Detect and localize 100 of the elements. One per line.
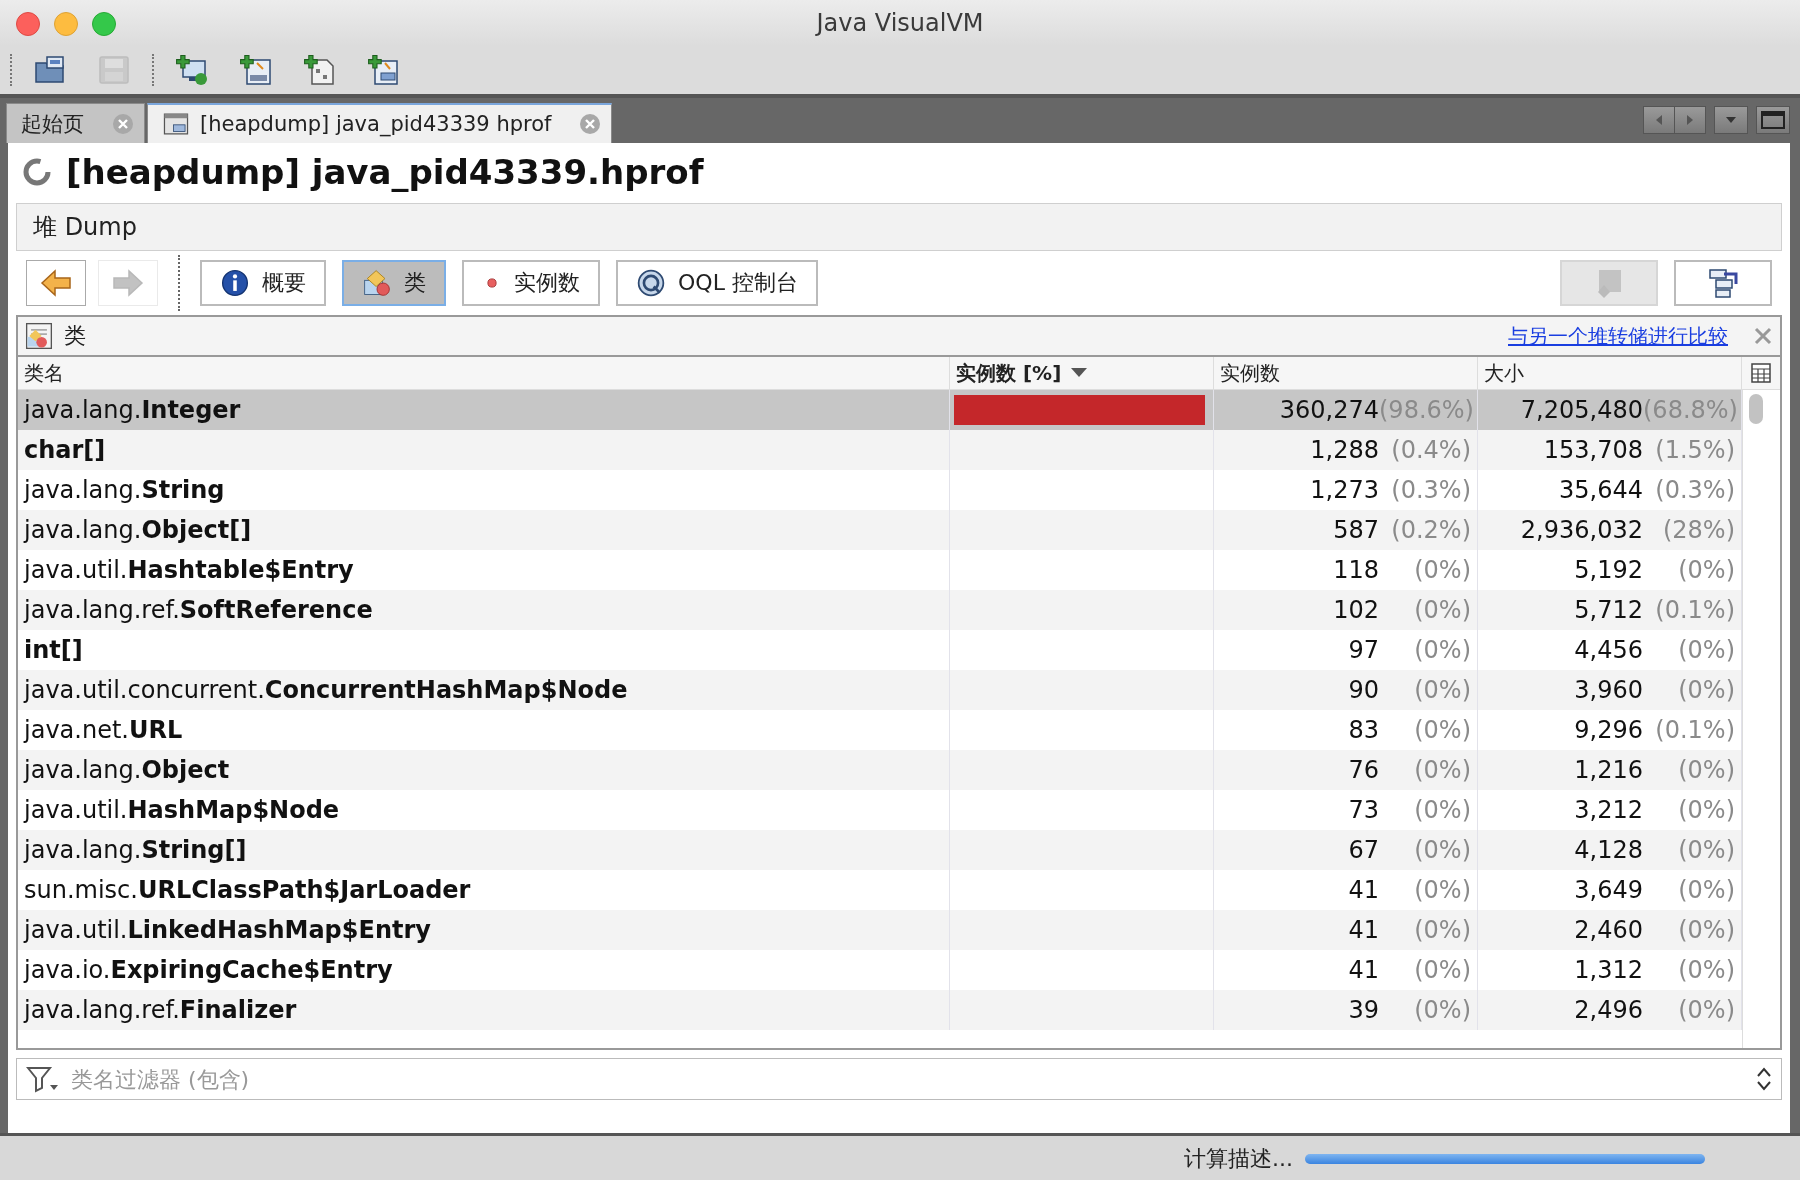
section-title: 堆 Dump xyxy=(33,212,137,243)
instance-percent: (0.3%) xyxy=(1390,476,1471,504)
back-button[interactable] xyxy=(26,260,86,306)
instance-percent: (0%) xyxy=(1413,836,1471,864)
size-value: 35,644 xyxy=(1559,476,1643,504)
dropdown-button[interactable] xyxy=(1714,106,1748,134)
instance-percent: (0%) xyxy=(1413,636,1471,664)
class-name: java.lang.String[] xyxy=(24,836,247,864)
instance-percent: (0%) xyxy=(1413,716,1471,744)
instance-percent: (0%) xyxy=(1413,596,1471,624)
class-name: java.lang.ref.Finalizer xyxy=(24,996,297,1024)
document-window-icon xyxy=(162,110,190,138)
column-chooser-icon[interactable] xyxy=(1750,362,1772,384)
maximize-button[interactable] xyxy=(1756,106,1790,134)
size-value: 7,205,480 xyxy=(1520,396,1643,424)
table-row[interactable]: java.lang.ref.Finalizer 39 (0%) 2,496 (0%) xyxy=(18,990,1742,1030)
instance-count: 90 xyxy=(1348,676,1379,704)
dump-title: [heapdump] java_pid43339.hprof xyxy=(66,152,704,192)
left-triangle-icon xyxy=(1654,114,1664,126)
view-tab[interactable]: 概要 xyxy=(200,260,326,306)
close-button[interactable] xyxy=(16,12,40,36)
size-value: 9,296 xyxy=(1574,716,1643,744)
table-row[interactable]: java.util.concurrent.ConcurrentHashMap$Node 90 (0%) 3,960 (0%) xyxy=(18,670,1742,710)
class-name: java.io.ExpiringCache$Entry xyxy=(24,956,393,984)
column-header[interactable]: 实例数 [%] xyxy=(950,357,1214,389)
instance-percent: (0%) xyxy=(1413,996,1471,1024)
size-percent: (0%) xyxy=(1677,556,1735,584)
size-value: 2,496 xyxy=(1574,996,1643,1024)
instance-percent: (0%) xyxy=(1413,556,1471,584)
tab[interactable]: 起始页 xyxy=(6,103,145,143)
instance-count: 1,273 xyxy=(1310,476,1379,504)
loading-spinner-icon xyxy=(22,157,52,187)
plus-window-icon xyxy=(367,53,401,87)
export-button[interactable] xyxy=(1674,260,1772,306)
instance-count: 67 xyxy=(1348,836,1379,864)
table-row[interactable]: java.lang.Integer 360,274(98.6%) 7,205,480(68.8%) xyxy=(18,390,1742,430)
class-name: java.util.LinkedHashMap$Entry xyxy=(24,916,431,944)
size-percent: (0%) xyxy=(1677,796,1735,824)
size-percent: (1.5%) xyxy=(1654,436,1735,464)
sort-arrow-icon xyxy=(1071,368,1088,378)
class-name: java.net.URL xyxy=(24,716,183,744)
instance-percent: (0%) xyxy=(1413,756,1471,784)
zoom-button[interactable] xyxy=(92,12,116,36)
shapes-icon xyxy=(362,268,392,298)
instance-percent: (0%) xyxy=(1413,956,1471,984)
size-value: 3,212 xyxy=(1574,796,1643,824)
size-percent: (0%) xyxy=(1677,676,1735,704)
column-header[interactable]: 大小 xyxy=(1478,357,1742,389)
class-name: java.lang.Object xyxy=(24,756,230,784)
table-row[interactable]: char[] 1,288 (0.4%) 153,708 (1.5%) xyxy=(18,430,1742,470)
size-percent: (0.1%) xyxy=(1654,716,1735,744)
down-triangle-icon xyxy=(1725,115,1737,125)
compare-link[interactable]: 与另一个堆转储进行比较 xyxy=(1508,322,1728,350)
updown-icon[interactable] xyxy=(1756,1066,1772,1092)
instance-percent: (0%) xyxy=(1413,796,1471,824)
scroll-left-button[interactable] xyxy=(1643,106,1675,134)
size-value: 1,312 xyxy=(1574,956,1643,984)
size-percent: (68.8%) xyxy=(1643,396,1735,424)
size-value: 2,936,032 xyxy=(1520,516,1643,544)
view-tab[interactable]: 类 xyxy=(342,260,446,306)
filter-field[interactable]: 类名过滤器 (包含) xyxy=(16,1058,1782,1100)
column-header[interactable]: 实例数 xyxy=(1214,357,1478,389)
stacked-boxes-icon xyxy=(1706,266,1740,300)
class-name: sun.misc.URLClassPath$JarLoader xyxy=(24,876,471,904)
size-percent: (0%) xyxy=(1677,916,1735,944)
monitor-plus-icon xyxy=(175,53,209,87)
size-value: 2,460 xyxy=(1574,916,1643,944)
class-name: java.lang.Integer xyxy=(24,396,241,424)
plus-document-icon xyxy=(303,53,337,87)
window-icon xyxy=(1761,111,1785,129)
scroll-right-button[interactable] xyxy=(1674,106,1706,134)
q-icon xyxy=(636,268,666,298)
table-row[interactable]: java.lang.String[] 67 (0%) 4,128 (0%) xyxy=(18,830,1742,870)
table-row[interactable]: java.lang.Object 76 (0%) 1,216 (0%) xyxy=(18,750,1742,790)
table-row[interactable]: java.util.LinkedHashMap$Entry 41 (0%) 2,460 (0%) xyxy=(18,910,1742,950)
instance-percent: (0.4%) xyxy=(1390,436,1471,464)
info-icon xyxy=(220,268,250,298)
class-name: java.util.Hashtable$Entry xyxy=(24,556,354,584)
size-value: 5,192 xyxy=(1574,556,1643,584)
minimize-button[interactable] xyxy=(54,12,78,36)
class-name: char[] xyxy=(24,436,106,464)
status-text: 计算描述... xyxy=(1184,1145,1293,1173)
tab[interactable]: [heapdump] java_pid43339 hprof xyxy=(147,103,613,143)
close-icon[interactable] xyxy=(579,113,602,135)
column-header[interactable]: 类名 xyxy=(18,357,950,389)
size-percent: (0%) xyxy=(1677,756,1735,784)
table-row[interactable]: java.lang.Object[] 587 (0.2%) 2,936,032 (28%) xyxy=(18,510,1742,550)
instance-count: 39 xyxy=(1348,996,1379,1024)
view-tab[interactable]: 实例数 xyxy=(462,260,600,306)
size-percent: (0%) xyxy=(1677,996,1735,1024)
close-icon[interactable] xyxy=(112,112,134,135)
close-icon[interactable] xyxy=(1754,327,1772,345)
size-value: 3,649 xyxy=(1574,876,1643,904)
view-tab[interactable]: OQL 控制台 xyxy=(616,260,818,306)
table-row[interactable]: java.lang.ref.SoftReference 102 (0%) 5,712 (0.1%) xyxy=(18,590,1742,630)
size-percent: (28%) xyxy=(1661,516,1735,544)
class-name: java.lang.ref.SoftReference xyxy=(24,596,373,624)
size-percent: (0%) xyxy=(1677,836,1735,864)
instance-percent: (0%) xyxy=(1413,916,1471,944)
instance-percent: (0%) xyxy=(1413,876,1471,904)
